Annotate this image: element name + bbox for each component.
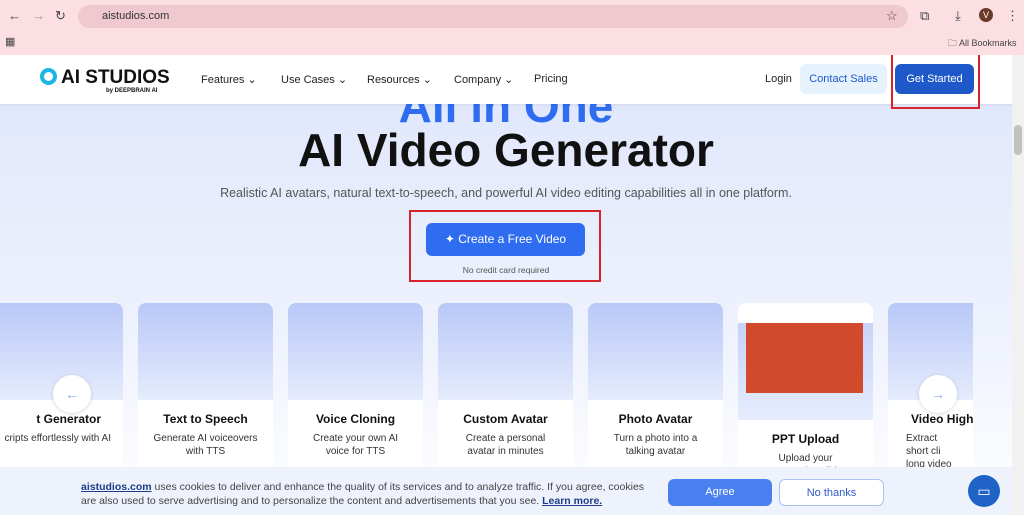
feature-card[interactable]: Custom Avatar Create a personal avatar in… xyxy=(438,303,573,478)
card-title: Photo Avatar xyxy=(618,412,693,426)
forward-icon[interactable]: → xyxy=(32,8,45,23)
card-title: Text to Speech xyxy=(163,412,248,426)
logo-icon xyxy=(40,68,57,85)
back-icon[interactable]: ← xyxy=(8,8,21,23)
browser-chrome: ← → ↻ aistudios.com ☆ ⧉ ⤓ V ⋮ ▦ 🗀 All Bo… xyxy=(0,0,1024,55)
feature-card[interactable]: Photo Avatar Turn a photo into a talking … xyxy=(588,303,723,478)
all-bookmarks[interactable]: 🗀 All Bookmarks xyxy=(948,36,1017,52)
feature-card[interactable]: Voice Cloning Create your own AI voice fo… xyxy=(288,303,423,478)
chat-launcher-icon[interactable]: ▭ xyxy=(968,475,1000,507)
cookie-text: aistudios.com uses cookies to deliver an… xyxy=(81,480,651,508)
reload-icon[interactable]: ↻ xyxy=(55,8,66,24)
feature-card[interactable]: Text to Speech Generate AI voiceovers wit… xyxy=(138,303,273,478)
nav-resources[interactable]: Resources ⌄ xyxy=(367,73,432,86)
nav-label: Use Cases xyxy=(281,74,335,86)
extensions-icon[interactable]: ⧉ xyxy=(920,8,929,24)
nav-label: Features xyxy=(201,74,245,86)
card-image xyxy=(438,303,573,400)
logo-text: AI STUDIOS xyxy=(61,67,170,88)
apps-icon[interactable]: ▦ xyxy=(5,35,15,48)
scrollbar-thumb[interactable] xyxy=(1014,125,1022,155)
url-text: aistudios.com xyxy=(102,10,170,22)
nav-use-cases[interactable]: Use Cases ⌄ xyxy=(281,73,347,86)
nav-label: Resources xyxy=(367,74,420,86)
scrollbar[interactable] xyxy=(1012,55,1024,515)
nav-company[interactable]: Company ⌄ xyxy=(454,73,513,86)
card-title: t Generator xyxy=(36,412,101,426)
menu-icon[interactable]: ⋮ xyxy=(1006,8,1019,24)
carousel-next-button[interactable]: → xyxy=(919,375,957,413)
card-desc: Create your own AI voice for TTS xyxy=(312,433,399,457)
carousel-prev-button[interactable]: ← xyxy=(53,375,91,413)
star-icon[interactable]: ☆ xyxy=(886,8,898,24)
card-desc: Turn a photo into a talking avatar xyxy=(613,433,698,457)
highlight-box xyxy=(409,210,601,282)
cookie-banner: aistudios.com uses cookies to deliver an… xyxy=(0,467,1012,515)
card-image xyxy=(588,303,723,400)
no-thanks-button[interactable]: No thanks xyxy=(779,479,884,506)
card-desc: cripts effortlessly with AI xyxy=(4,433,111,444)
logo[interactable]: AI STUDIOS by DEEPBRAIN AI xyxy=(40,67,170,94)
nav-pricing[interactable]: Pricing xyxy=(534,73,568,85)
card-desc: Generate AI voiceovers with TTS xyxy=(153,433,258,457)
powerpoint-graphic xyxy=(746,323,863,393)
card-title: Custom Avatar xyxy=(463,412,548,426)
hero-subtitle: Realistic AI avatars, natural text-to-sp… xyxy=(220,186,792,200)
nav-features[interactable]: Features ⌄ xyxy=(201,73,257,86)
feature-card[interactable]: PPT UploadUpload your presentation slide… xyxy=(738,303,873,478)
profile-avatar[interactable]: V xyxy=(979,8,993,22)
card-image xyxy=(138,303,273,400)
nav-label: Company xyxy=(454,74,502,86)
page: All in One AI STUDIOS by DEEPBRAIN AI Fea… xyxy=(0,55,1012,515)
download-icon[interactable]: ⤓ xyxy=(955,8,961,24)
card-title: Voice Cloning xyxy=(315,412,396,426)
agree-button[interactable]: Agree xyxy=(668,479,772,506)
learn-more-link[interactable]: Learn more. xyxy=(542,495,602,507)
contact-sales-button[interactable]: Contact Sales xyxy=(800,64,887,94)
card-title: PPT Upload xyxy=(771,432,840,446)
login-link[interactable]: Login xyxy=(765,73,792,85)
cookie-site-link[interactable]: aistudios.com xyxy=(81,481,152,493)
site-header: AI STUDIOS by DEEPBRAIN AI Features ⌄ Use… xyxy=(0,55,1012,109)
highlight-box xyxy=(891,55,980,109)
logo-sub: by DEEPBRAIN AI xyxy=(106,88,158,94)
card-image xyxy=(288,303,423,400)
card-desc: Extract short cli long video xyxy=(906,433,952,470)
address-bar[interactable]: aistudios.com xyxy=(78,5,908,28)
card-title: Video Highli xyxy=(911,412,973,426)
hero-title: AI Video Generator xyxy=(298,124,714,176)
card-desc: Create a personal avatar in minutes xyxy=(465,433,546,457)
bookmarks-label: All Bookmarks xyxy=(959,38,1017,48)
card-image xyxy=(738,323,873,420)
